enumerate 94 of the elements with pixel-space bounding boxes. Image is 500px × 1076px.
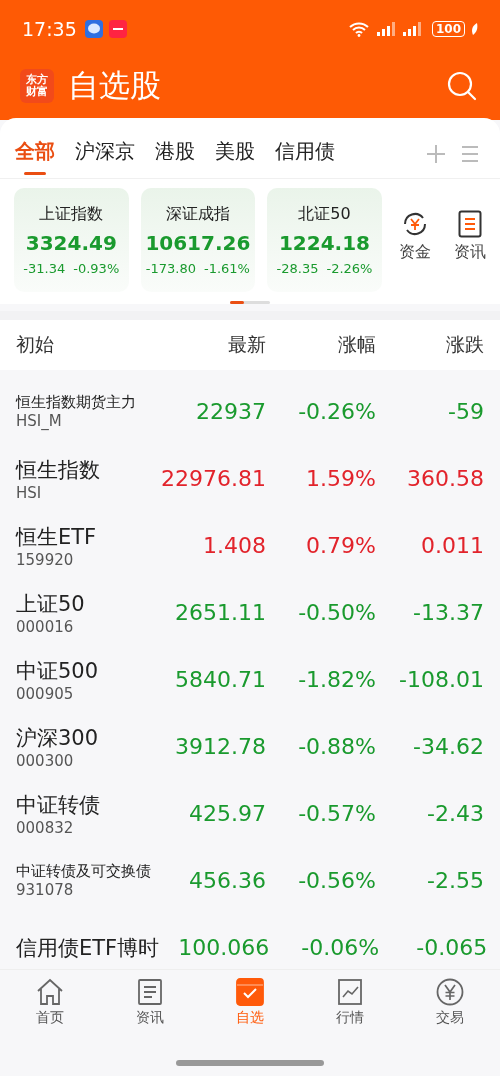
percent-cell-text: 0.79% <box>305 533 376 558</box>
percent-cell-text: -0.26% <box>297 399 376 424</box>
change-cell-text: -2.43 <box>426 801 484 826</box>
tab[interactable]: 全部 <box>12 131 58 177</box>
percent-cell-text: 1.59% <box>305 466 376 491</box>
percent-cell-text: -0.06% <box>300 935 380 960</box>
index-change: -28.35 <box>276 261 319 276</box>
change-cell-text: 0.011 <box>420 533 484 558</box>
change-cell-text: -2.55 <box>426 868 484 893</box>
stock-code: 931078 <box>16 881 75 899</box>
stock-name: 中证转债 <box>16 791 101 819</box>
notes-app-icon <box>108 20 127 38</box>
stock-name: 沪深300 <box>16 724 100 752</box>
percent-cell-text: -0.56% <box>297 868 376 893</box>
change-cell-text: -108.01 <box>398 667 484 692</box>
index-card[interactable]: 北证50 1224.18 -28.35 -2.26% <box>267 188 382 292</box>
document-icon <box>137 978 163 1006</box>
page-title: 自选股 <box>68 66 161 105</box>
index-name: 上证指数 <box>39 204 104 225</box>
price-cell-text: 2651.11 <box>174 600 266 625</box>
column-header: 初始 <box>16 332 55 357</box>
price-cell-text: 456.36 <box>188 868 266 893</box>
shortcut-button[interactable]: 资金 <box>393 188 437 263</box>
wifi-icon <box>347 21 370 37</box>
document-icon <box>458 210 483 238</box>
stock-code: 000905 <box>16 684 75 703</box>
stock-code: HSI_M <box>16 412 63 430</box>
add-icon[interactable] <box>426 144 446 164</box>
percent-cell-text: -0.57% <box>297 801 376 826</box>
yuan-icon <box>436 978 464 1006</box>
search-icon[interactable] <box>446 70 478 102</box>
change-cell-text: -13.37 <box>412 600 484 625</box>
change-cell-text: -34.62 <box>412 734 484 759</box>
tab[interactable]: 美股 <box>212 131 258 177</box>
index-value: 1224.18 <box>278 231 371 255</box>
price-cell-text: 1.408 <box>202 533 266 558</box>
shortcut-button[interactable]: 资讯 <box>448 188 492 263</box>
nav-tab[interactable]: 资讯 <box>100 978 200 1036</box>
change-cell-text: -59 <box>447 399 484 424</box>
stock-name: 恒生指数 <box>16 456 101 484</box>
stock-code: 000016 <box>16 617 75 636</box>
stock-code: 000300 <box>16 751 75 770</box>
column-header[interactable]: 涨幅 <box>266 332 376 358</box>
checked-box-icon <box>236 978 264 1006</box>
price-cell-text: 3912.78 <box>174 734 266 759</box>
page-indicator <box>230 301 270 304</box>
index-name: 深证成指 <box>165 204 230 225</box>
stock-name: 中证500 <box>16 657 100 685</box>
price-cell-text: 5840.71 <box>174 667 266 692</box>
signal-icon <box>401 22 422 36</box>
stock-name: 恒生指数期货主力 <box>16 393 137 412</box>
menu-icon[interactable] <box>460 144 480 164</box>
index-change: -31.34 <box>23 261 66 276</box>
stock-name: 恒生ETF <box>16 523 98 551</box>
column-header[interactable]: 最新 <box>156 332 266 358</box>
signal-icon <box>375 22 396 36</box>
price-cell-text: 22937 <box>195 399 266 424</box>
index-percent: -0.93% <box>73 261 120 276</box>
index-card[interactable]: 上证指数 3324.49 -31.34 -0.93% <box>14 188 129 292</box>
stock-code: 159920 <box>16 550 75 569</box>
leaf-icon <box>471 23 478 35</box>
price-cell-text: 100.066 <box>177 935 270 960</box>
stock-code: HSI <box>16 483 43 502</box>
index-name: 北证50 <box>298 204 351 225</box>
stock-code: 000832 <box>16 818 75 837</box>
index-percent: -2.26% <box>326 261 373 276</box>
app-logo: 东方 财富 <box>20 69 54 103</box>
index-percent: -1.61% <box>204 261 250 276</box>
stock-name: 上证50 <box>16 590 86 618</box>
percent-cell-text: -1.82% <box>297 667 376 692</box>
chart-icon <box>337 978 363 1006</box>
stock-name: 信用债ETF博时 <box>16 934 160 962</box>
tab[interactable]: 港股 <box>152 131 198 177</box>
status-time: 17:35 <box>22 18 77 40</box>
index-value: 10617.26 <box>145 231 251 255</box>
index-card[interactable]: 深证成指 10617.26 -173.80 -1.61% <box>140 188 256 292</box>
message-app-icon <box>84 20 103 38</box>
tab[interactable]: 沪深京 <box>72 131 138 177</box>
stock-name: 中证转债及可交换债 <box>16 862 152 881</box>
change-cell-text: -0.065 <box>415 935 488 960</box>
price-cell-text: 425.97 <box>188 801 266 826</box>
battery-level: 100 <box>431 21 465 37</box>
tab[interactable]: 信用债 <box>272 131 338 177</box>
index-value: 3324.49 <box>25 231 117 255</box>
percent-cell-text: -0.88% <box>297 734 376 759</box>
price-cell-text: 22976.81 <box>160 466 266 491</box>
nav-tab[interactable]: 首页 <box>0 978 100 1036</box>
nav-tab[interactable]: 交易 <box>400 978 500 1036</box>
index-change: -173.80 <box>145 261 196 276</box>
column-header[interactable]: 涨跌 <box>376 332 484 358</box>
change-cell-text: 360.58 <box>406 466 484 491</box>
home-icon <box>35 978 65 1006</box>
nav-tab[interactable]: 行情 <box>300 978 400 1036</box>
percent-cell-text: -0.50% <box>297 600 376 625</box>
